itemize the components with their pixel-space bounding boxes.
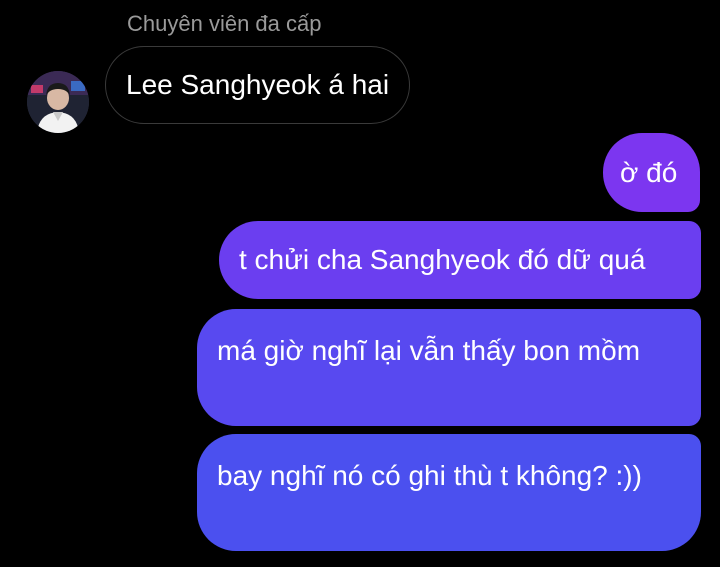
outgoing-message-bubble[interactable]: t chửi cha Sanghyeok đó dữ quá — [219, 221, 701, 299]
avatar-image — [27, 71, 89, 133]
incoming-message-bubble[interactable]: Lee Sanghyeok á hai — [105, 46, 411, 124]
outgoing-message-bubble[interactable]: má giờ nghĩ lại vẫn thấy bon mồm — [197, 309, 701, 426]
sender-name: Chuyên viên đa cấp — [127, 11, 322, 36]
outgoing-message-bubble[interactable]: ờ đó — [603, 133, 700, 212]
avatar[interactable] — [27, 71, 89, 133]
outgoing-message-bubble[interactable]: bay nghĩ nó có ghi thù t không? :)) — [197, 434, 701, 551]
